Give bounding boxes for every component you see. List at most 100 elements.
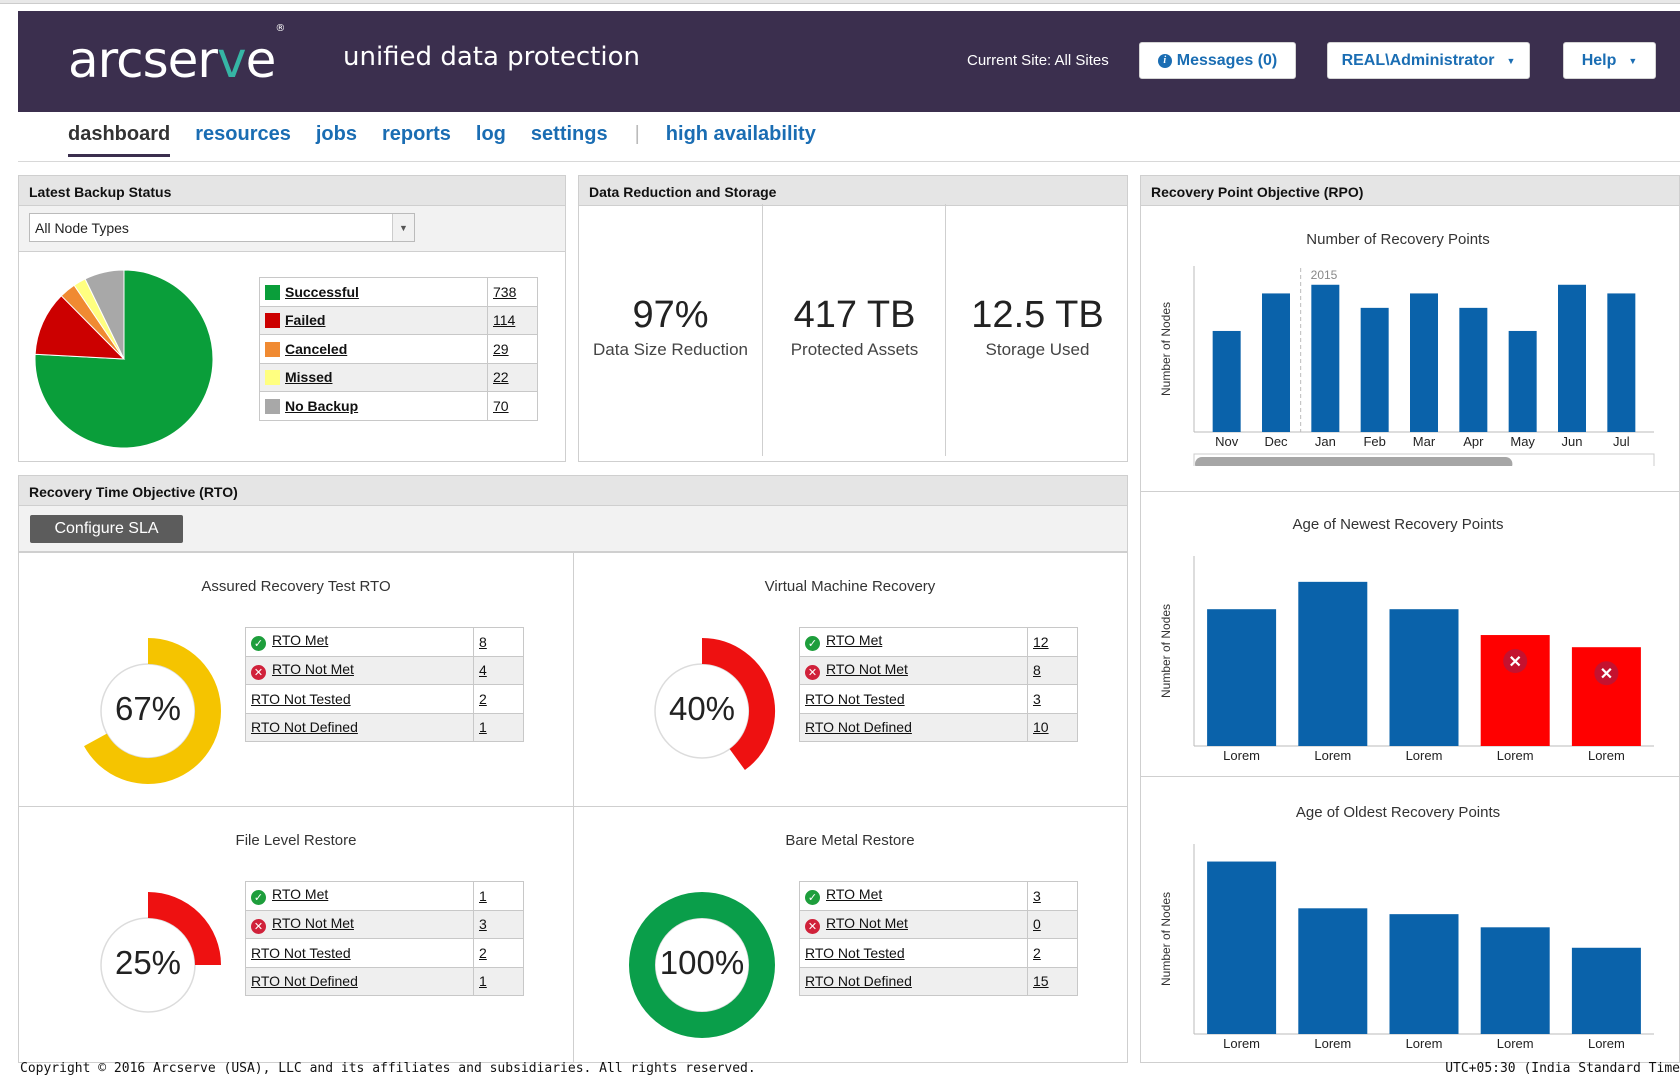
bar[interactable] (1410, 293, 1438, 432)
node-type-select[interactable]: All Node Types ▼ (29, 213, 415, 242)
nav-jobs[interactable]: jobs (316, 123, 357, 154)
nav-log[interactable]: log (476, 123, 506, 154)
rto-count-link[interactable]: 1 (479, 719, 487, 735)
year-marker-label: 2015 (1311, 268, 1338, 282)
legend-swatch (265, 398, 280, 414)
chevron-down-icon: ▼ (1506, 55, 1516, 66)
rto-count-link[interactable]: 3 (1033, 691, 1041, 707)
rto-status-link[interactable]: RTO Not Tested (251, 691, 351, 707)
bar[interactable] (1480, 927, 1550, 1034)
nav-high-availability[interactable]: high availability (666, 123, 816, 154)
bar[interactable] (1558, 284, 1586, 432)
rto-status-link[interactable]: RTO Not Tested (251, 945, 351, 961)
rpo-divider (1141, 491, 1680, 492)
rto-count-link[interactable]: 2 (479, 691, 487, 707)
legend-label-cell: Missed (259, 362, 488, 392)
error-icon: ✕ (251, 664, 266, 680)
bar[interactable] (1571, 947, 1641, 1034)
nav-resources[interactable]: resources (195, 123, 291, 154)
bar[interactable] (1607, 293, 1636, 432)
backup-status-pie (34, 269, 214, 449)
rto-status-link[interactable]: RTO Met (272, 886, 328, 902)
legend-link[interactable]: Missed (285, 369, 332, 385)
rto-label-cell: RTO Not Tested (245, 938, 474, 968)
user-menu-button[interactable]: REAL\Administrator ▼ (1327, 42, 1530, 79)
bar[interactable] (1207, 609, 1277, 746)
rto-status-link[interactable]: RTO Met (826, 886, 882, 902)
rto-status-link[interactable]: RTO Not Defined (805, 719, 912, 735)
rto-count-link[interactable]: 0 (1033, 916, 1041, 932)
bar[interactable] (1298, 581, 1368, 746)
rto-value-cell: 3 (473, 909, 524, 939)
rto-count-link[interactable]: 3 (479, 916, 487, 932)
rto-status-link[interactable]: RTO Not Met (272, 661, 354, 677)
legend-count-link[interactable]: 70 (493, 398, 509, 414)
x-tick-label: Lorem (1497, 748, 1534, 763)
rto-count-link[interactable]: 15 (1033, 973, 1049, 989)
rto-status-link[interactable]: RTO Not Met (826, 661, 908, 677)
legend-link[interactable]: Successful (285, 284, 359, 300)
bar[interactable] (1262, 293, 1290, 432)
rto-count-link[interactable]: 2 (1033, 945, 1041, 961)
legend-count-link[interactable]: 29 (493, 341, 509, 357)
rto-row: ✓ RTO Met 1 (245, 881, 524, 911)
bar[interactable] (1389, 914, 1459, 1034)
rto-count-link[interactable]: 4 (479, 662, 487, 678)
bar[interactable] (1459, 307, 1488, 432)
rto-status-link[interactable]: RTO Not Defined (251, 973, 358, 989)
stat-storage-used: 12.5 TB Storage Used (946, 204, 1129, 456)
panel-title: Data Reduction and Storage (579, 176, 1127, 206)
legend-link[interactable]: No Backup (285, 398, 358, 414)
rto-count-link[interactable]: 8 (479, 634, 487, 650)
bar[interactable] (1207, 861, 1277, 1034)
bar[interactable] (1508, 330, 1537, 432)
chart-scrollbar-thumb[interactable] (1195, 457, 1513, 466)
rto-cell: File Level Restore 25% ✓ RTO Met 1 ✕ RTO Not M… (19, 806, 573, 1060)
rto-label-cell: ✓ RTO Met (799, 627, 1028, 657)
rto-count-link[interactable]: 2 (479, 945, 487, 961)
arcserve-logo: arcserve® (68, 23, 285, 89)
rto-count-link[interactable]: 8 (1033, 662, 1041, 678)
rto-label-cell: ✓ RTO Met (799, 881, 1028, 911)
nav-dashboard[interactable]: dashboard (68, 123, 171, 157)
x-tick-label: Lorem (1314, 748, 1351, 763)
legend-link[interactable]: Canceled (285, 341, 347, 357)
nav-settings[interactable]: settings (531, 123, 608, 154)
rto-label-cell: RTO Not Defined (799, 966, 1028, 996)
rto-count-link[interactable]: 10 (1033, 719, 1049, 735)
bar[interactable] (1298, 908, 1368, 1034)
rto-label-cell: RTO Not Defined (245, 966, 474, 996)
bar[interactable] (1212, 330, 1241, 432)
bar[interactable] (1389, 609, 1459, 746)
copyright-text: Copyright © 2016 Arcserve (USA), LLC and… (20, 1061, 756, 1076)
rto-count-link[interactable]: 1 (479, 973, 487, 989)
rto-status-link[interactable]: RTO Not Met (826, 915, 908, 931)
rto-count-link[interactable]: 12 (1033, 634, 1049, 650)
rto-status-link[interactable]: RTO Met (272, 632, 328, 648)
messages-button[interactable]: i Messages (0) (1139, 42, 1296, 79)
bar[interactable] (1360, 307, 1389, 432)
rto-status-link[interactable]: RTO Not Defined (251, 719, 358, 735)
legend-count-link[interactable]: 738 (493, 284, 516, 300)
rto-value-cell: 4 (473, 655, 524, 685)
legend-link[interactable]: Failed (285, 312, 325, 328)
rto-count-link[interactable]: 3 (1033, 888, 1041, 904)
legend-label-cell: Canceled (259, 334, 488, 364)
stat-value: 12.5 TB (971, 294, 1104, 336)
legend-count-link[interactable]: 114 (493, 312, 515, 328)
rto-count-link[interactable]: 1 (479, 888, 487, 904)
rto-status-link[interactable]: RTO Met (826, 632, 882, 648)
top-edge (0, 0, 1680, 4)
legend-count-link[interactable]: 22 (493, 369, 509, 385)
rto-status-link[interactable]: RTO Not Tested (805, 691, 905, 707)
nav-reports[interactable]: reports (382, 123, 451, 154)
x-tick-label: Mar (1413, 434, 1436, 449)
chevron-down-icon[interactable]: ▼ (392, 214, 414, 241)
rto-status-link[interactable]: RTO Not Tested (805, 945, 905, 961)
bar[interactable] (1311, 284, 1340, 432)
rto-status-link[interactable]: RTO Not Met (272, 915, 354, 931)
legend-value-cell: 22 (487, 362, 538, 392)
configure-sla-button[interactable]: Configure SLA (30, 515, 183, 543)
help-menu-button[interactable]: Help ▼ (1563, 42, 1656, 79)
rto-status-link[interactable]: RTO Not Defined (805, 973, 912, 989)
